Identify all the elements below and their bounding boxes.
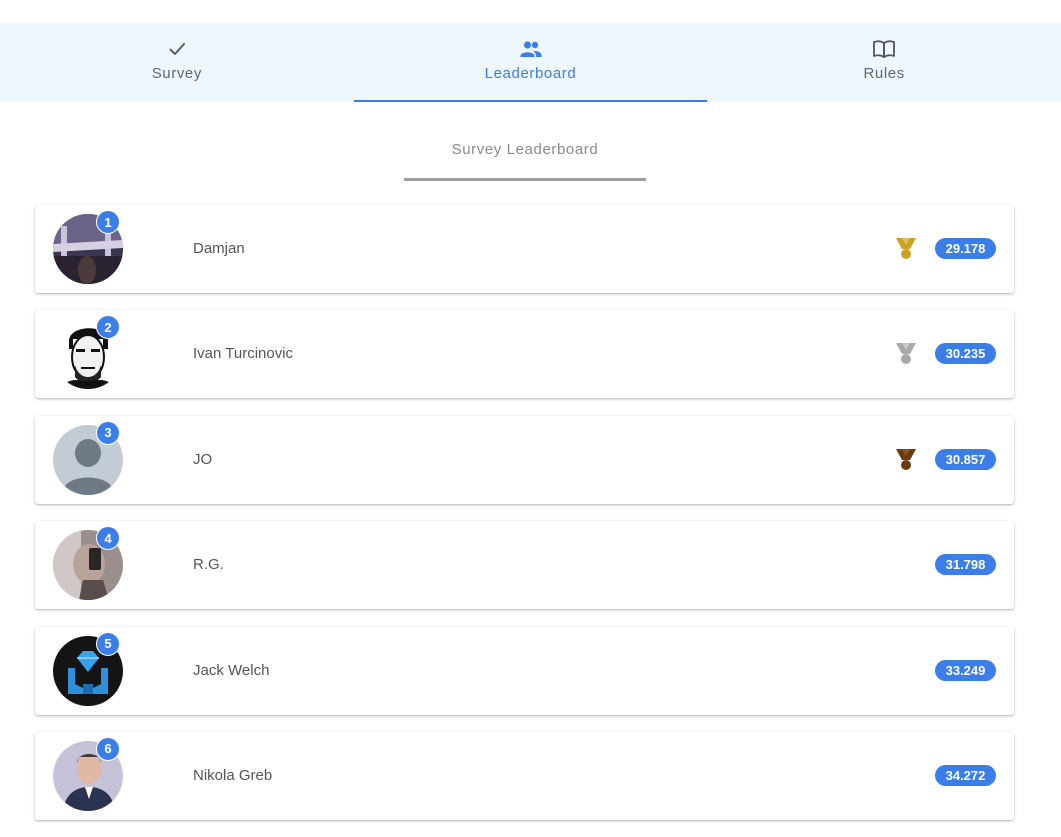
tab-rules[interactable]: Rules <box>707 23 1061 102</box>
score-badge: 31.798 <box>935 554 996 576</box>
leaderboard-row[interactable]: 2 Ivan Turcinovic 30.235 <box>35 310 1014 399</box>
tab-label: Survey <box>151 65 202 82</box>
score-badge: 33.249 <box>935 659 996 681</box>
active-tab-indicator <box>353 100 708 102</box>
section-title: Survey Leaderboard <box>451 141 599 158</box>
section-divider <box>404 178 646 181</box>
tab-bar: Survey Leaderboard Rules <box>0 23 1061 102</box>
check-icon <box>167 39 187 59</box>
rank-badge: 4 <box>96 526 120 551</box>
gold-medal-icon <box>896 238 916 259</box>
silver-medal-icon <box>896 343 916 365</box>
book-icon <box>872 39 896 59</box>
score-badge: 30.235 <box>935 343 996 365</box>
tab-label: Rules <box>863 65 905 82</box>
people-icon <box>519 39 543 59</box>
player-name: JO <box>193 450 213 468</box>
score-badge: 29.178 <box>935 238 996 259</box>
player-name: Jack Welch <box>193 661 270 679</box>
leaderboard-row[interactable]: 3 JO 30.857 <box>35 415 1014 504</box>
player-name: Damjan <box>193 240 245 257</box>
rank-badge: 5 <box>96 631 120 656</box>
tab-label: Leaderboard <box>484 65 577 82</box>
tab-leaderboard[interactable]: Leaderboard <box>353 23 708 102</box>
player-name: Ivan Turcinovic <box>193 345 294 363</box>
bronze-medal-icon <box>896 448 916 470</box>
player-name: R.G. <box>193 556 224 574</box>
rank-badge: 3 <box>96 420 120 445</box>
score-badge: 30.857 <box>935 448 996 470</box>
leaderboard-row[interactable]: 1 Damjan 29.178 <box>35 205 1014 293</box>
rank-badge: 6 <box>96 736 120 761</box>
leaderboard-row[interactable]: 5 Jack Welch 33.249 <box>35 626 1014 715</box>
score-badge: 34.272 <box>935 764 996 786</box>
leaderboard-row[interactable]: 4 R.G. 31.798 <box>35 521 1014 610</box>
rank-badge: 1 <box>96 210 120 234</box>
leaderboard-list: 1 Damjan 29.178 2 Ivan Turcinovic 30.235… <box>35 205 1014 837</box>
tab-survey[interactable]: Survey <box>0 23 354 102</box>
player-name: Nikola Greb <box>193 766 273 784</box>
leaderboard-row[interactable]: 6 Nikola Greb 34.272 <box>35 731 1014 820</box>
